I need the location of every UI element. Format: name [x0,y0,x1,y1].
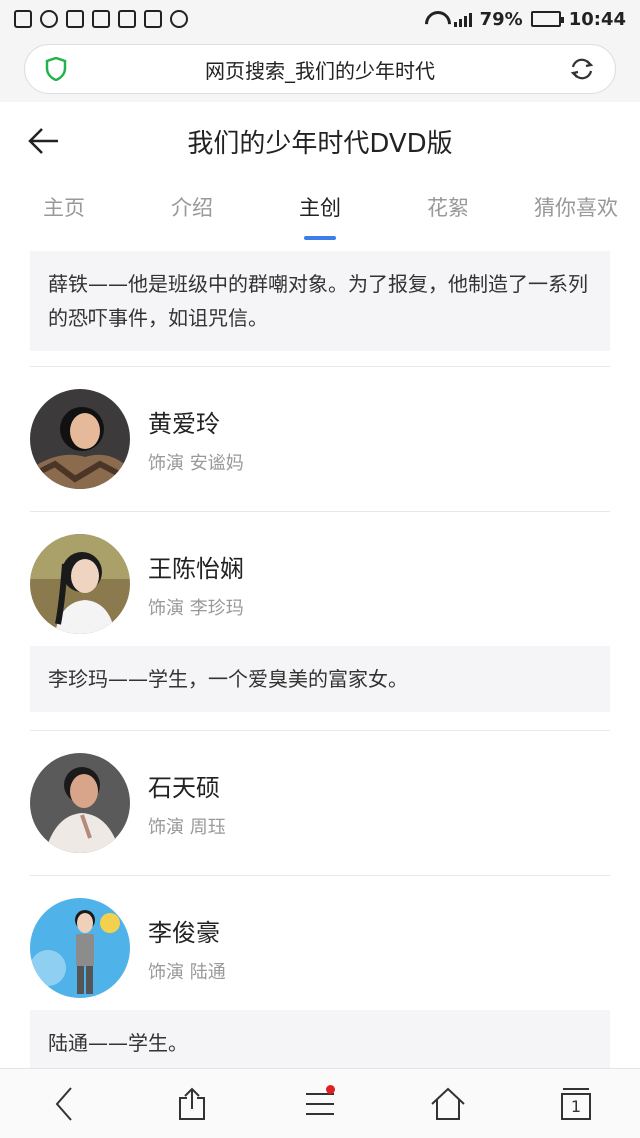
tabs-icon: 1 [561,1087,591,1120]
avatar [30,389,130,489]
cast-role: 饰演 陆通 [148,961,226,983]
divider [30,366,610,367]
message-icon [14,10,32,28]
divider [30,875,610,876]
tab-home[interactable]: 主页 [0,180,128,240]
home-button[interactable] [384,1069,512,1138]
cast-name: 石天硕 [148,773,220,802]
image-icon [118,10,136,28]
chevron-left-icon [55,1086,72,1121]
cast-name: 王陈怡娴 [148,554,244,583]
avatar [30,534,130,634]
divider [30,511,610,512]
battery-percent: 79% [479,8,523,30]
menu-icon [306,1092,334,1115]
signal-icon [453,11,472,27]
page-title: 我们的少年时代DVD版 [187,128,453,159]
clock: 10:44 [568,8,626,30]
cast-item[interactable]: 黄爱玲 饰演 安谧妈 [30,389,610,489]
tabs-count: 1 [561,1092,591,1120]
url-text[interactable]: 网页搜索_我们的少年时代 [25,55,615,84]
avatar [30,753,130,853]
more-icon [170,10,188,28]
tab-recommend[interactable]: 猜你喜欢 [512,180,640,240]
refresh-icon[interactable] [569,56,595,82]
shield-status-icon [92,10,110,28]
cast-item[interactable]: 石天硕 饰演 周珏 [30,753,610,853]
tabs-button[interactable]: 1 [512,1069,640,1138]
cast-item[interactable]: 王陈怡娴 饰演 李珍玛 [30,534,610,634]
tab-extras[interactable]: 花絮 [384,180,512,240]
character-description: 陆通——学生。 [30,1010,610,1068]
menu-button[interactable] [256,1069,384,1138]
back-button[interactable] [0,1069,128,1138]
tab-bar: 主页 介绍 主创 花絮 猜你喜欢 [0,180,640,240]
tab-creators[interactable]: 主创 [256,180,384,240]
tab-intro[interactable]: 介绍 [128,180,256,240]
cast-item[interactable]: 李俊豪 饰演 陆通 [30,898,610,998]
character-description: 李珍玛——学生，一个爱臭美的富家女。 [30,646,610,712]
notification-dot [326,1084,335,1094]
globe-icon [40,10,58,28]
divider [30,730,610,731]
status-bar: 79% 10:44 [0,0,640,38]
battery-icon [530,11,564,27]
share-button[interactable] [128,1069,256,1138]
security-shield-icon[interactable] [45,57,67,81]
address-bar[interactable]: 网页搜索_我们的少年时代 [24,44,616,94]
avatar [30,898,130,998]
browser-bottom-bar: 1 [0,1068,640,1138]
cast-role: 饰演 安谧妈 [148,452,244,474]
mail-icon [144,10,162,28]
cast-role: 饰演 李珍玛 [148,597,244,619]
browser-toolbar: 网页搜索_我们的少年时代 [0,38,640,102]
character-description: 薛铁——他是班级中的群嘲对象。为了报复，他制造了一系列的恐吓事件，如诅咒信。 [30,251,610,351]
trash-icon [66,10,84,28]
share-icon [179,1087,205,1120]
wifi-icon [424,11,446,27]
cast-name: 李俊豪 [148,918,220,947]
status-notifications [14,10,188,28]
cast-role: 饰演 周珏 [148,816,226,838]
home-icon [431,1087,465,1120]
page-header: 我们的少年时代DVD版 [0,102,640,180]
cast-name: 黄爱玲 [148,409,220,438]
back-arrow-icon[interactable] [26,126,60,156]
